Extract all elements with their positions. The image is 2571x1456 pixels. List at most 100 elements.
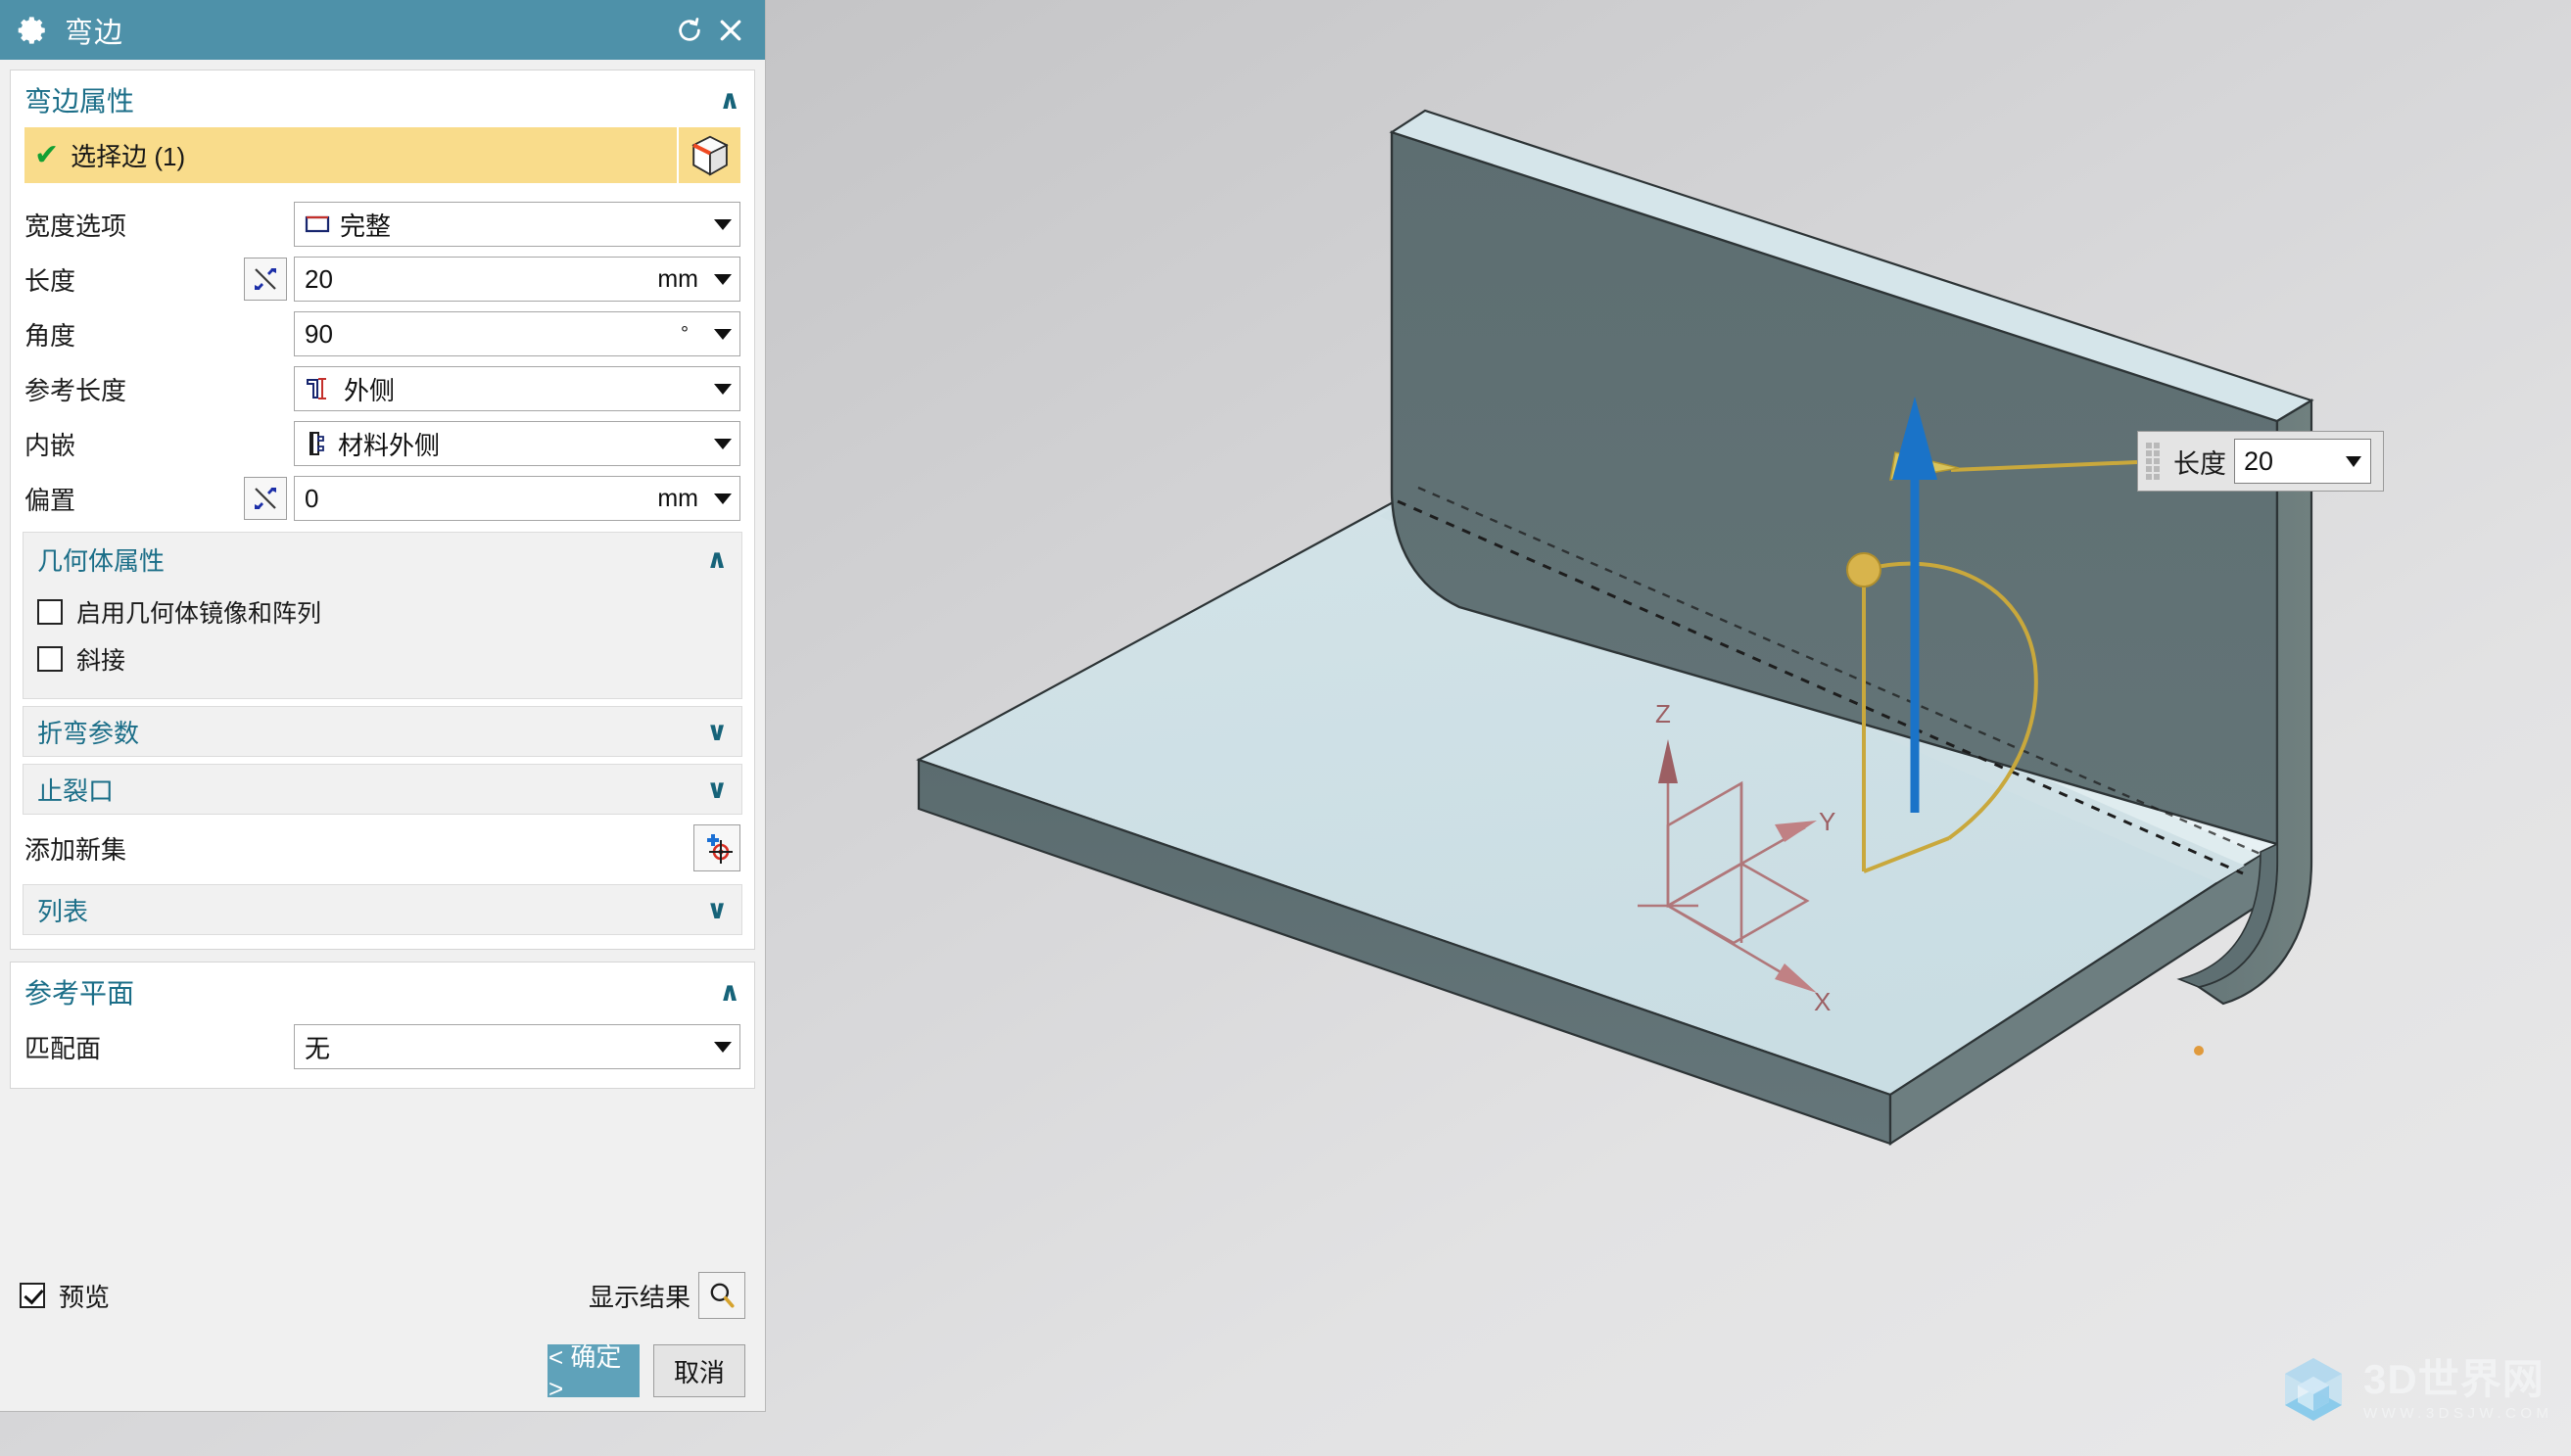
- select-match-face[interactable]: 无: [294, 1024, 740, 1069]
- row-length[interactable]: 长度 20 mm: [11, 252, 754, 306]
- reset-icon[interactable]: [669, 10, 710, 51]
- label-match-face: 匹配面: [24, 1033, 102, 1063]
- unit-angle: °: [681, 322, 689, 345]
- drag-grip-icon[interactable]: [2146, 442, 2164, 481]
- gear-icon: [16, 14, 49, 47]
- chevron-down-icon[interactable]: [2346, 455, 2361, 467]
- handle-length-input[interactable]: 20: [2234, 439, 2371, 484]
- add-new-set-icon[interactable]: [693, 824, 740, 871]
- dialog-title: 弯边: [65, 17, 124, 49]
- checkbox-miter[interactable]: [37, 646, 63, 672]
- value-match-face: 无: [305, 1033, 331, 1063]
- chevron-down-icon[interactable]: [714, 218, 732, 230]
- chevron-up-icon[interactable]: ∧: [719, 978, 740, 1006]
- select-reference-length[interactable]: 外侧: [294, 366, 740, 411]
- chevron-down-icon[interactable]: [714, 493, 732, 504]
- inset-material-outside-icon: [305, 430, 328, 457]
- handle-length-label: 长度: [2173, 448, 2226, 479]
- subgroup-list[interactable]: 列表 ∨: [23, 884, 742, 935]
- value-length: 20: [305, 263, 333, 294]
- check-icon: ✔: [34, 138, 60, 171]
- label-miter: 斜接: [76, 647, 126, 675]
- label-show-result: 显示结果: [588, 1282, 690, 1312]
- chevron-down-icon[interactable]: [714, 1041, 732, 1053]
- chevron-up-icon[interactable]: ∧: [706, 546, 728, 573]
- group-reference-plane: 参考平面 ∧ 匹配面 无: [10, 962, 755, 1089]
- csys-label-y: Y: [1819, 807, 1835, 836]
- subgroup-title-geometry-properties: 几何体属性: [37, 546, 166, 576]
- subgroup-body-geometry-properties: 启用几何体镜像和阵列 斜接: [24, 587, 741, 698]
- label-angle: 角度: [24, 320, 76, 351]
- footer-options-row: 预览 显示结果: [14, 1256, 751, 1327]
- handle-length-value: 20: [2244, 446, 2274, 476]
- select-inset[interactable]: 材料外侧: [294, 421, 740, 466]
- checkbox-row-miter[interactable]: 斜接: [37, 635, 728, 682]
- label-length: 长度: [24, 265, 76, 296]
- group-header-flange-properties[interactable]: 弯边属性 ∧: [11, 70, 754, 127]
- dialog-body: 弯边属性 ∧ ✔ 选择边 (1) 宽度选项 完整 长度 20 mm 角度 90 …: [0, 60, 765, 1256]
- reverse-direction-icon-length[interactable]: [244, 258, 287, 301]
- select-edge-label: 选择边 (1): [71, 142, 186, 171]
- input-offset[interactable]: 0 mm: [294, 476, 740, 521]
- checkbox-preview[interactable]: [20, 1283, 45, 1308]
- add-new-set-row[interactable]: 添加新集: [23, 819, 742, 877]
- label-width-option: 宽度选项: [24, 211, 127, 241]
- dialog-footer: 预览 显示结果 < 确定 > 取消: [0, 1256, 765, 1411]
- ok-button[interactable]: < 确定 >: [548, 1342, 640, 1403]
- chevron-up-icon[interactable]: ∧: [719, 86, 740, 114]
- cad-application-window: Z Y X 长度 20 3D世界网 WWW.3DSJW.COM 弯边 弯边属性 …: [0, 0, 2571, 1456]
- row-match-face[interactable]: 匹配面 无: [11, 1019, 754, 1074]
- subgroup-title-relief: 止裂口: [37, 775, 115, 806]
- group-header-reference-plane[interactable]: 参考平面 ∧: [11, 963, 754, 1019]
- card-bottom-padding: [11, 1074, 754, 1088]
- value-reference-length: 外侧: [344, 375, 396, 405]
- chevron-down-icon[interactable]: [714, 438, 732, 449]
- select-width-option[interactable]: 完整: [294, 202, 740, 247]
- angle-handle-ball[interactable]: [1846, 552, 1881, 587]
- chevron-down-icon[interactable]: [714, 328, 732, 340]
- select-edge-field[interactable]: ✔ 选择边 (1): [24, 127, 677, 183]
- label-reference-length: 参考长度: [24, 375, 127, 405]
- chevron-down-icon[interactable]: [714, 273, 732, 285]
- flange-dialog[interactable]: 弯边 弯边属性 ∧ ✔ 选择边 (1) 宽度选项 完整 长度 20 mm 角度 …: [0, 0, 766, 1412]
- row-reference-length[interactable]: 参考长度 外侧: [11, 361, 754, 416]
- reverse-direction-icon-offset[interactable]: [244, 477, 287, 520]
- unit-length: mm: [657, 264, 698, 293]
- subgroup-geometry-properties: 几何体属性 ∧ 启用几何体镜像和阵列 斜接: [23, 532, 742, 699]
- reference-outside-icon: [305, 376, 334, 401]
- value-width-option: 完整: [340, 211, 392, 241]
- checkbox-mirror-pattern[interactable]: [37, 599, 63, 625]
- label-add-new-set: 添加新集: [24, 834, 127, 865]
- dialog-title-bar: 弯边: [0, 0, 765, 60]
- row-width-option[interactable]: 宽度选项 完整: [11, 197, 754, 252]
- chevron-down-icon[interactable]: [714, 383, 732, 395]
- group-title-reference-plane: 参考平面: [24, 978, 135, 1009]
- value-inset: 材料外侧: [338, 430, 441, 460]
- subgroup-bend-parameters[interactable]: 折弯参数 ∨: [23, 706, 742, 757]
- dialog-button-row: < 确定 > 取消: [14, 1327, 751, 1403]
- checkbox-row-mirror-pattern[interactable]: 启用几何体镜像和阵列: [37, 588, 728, 635]
- width-full-icon: [305, 213, 330, 235]
- subgroup-title-list: 列表: [37, 896, 89, 926]
- subgroup-header-geometry-properties[interactable]: 几何体属性 ∧: [24, 533, 741, 587]
- row-inset[interactable]: 内嵌 材料外侧: [11, 416, 754, 471]
- close-icon[interactable]: [710, 10, 751, 51]
- input-length[interactable]: 20 mm: [294, 257, 740, 302]
- vertex-marker: [2194, 1046, 2204, 1056]
- card-bottom-padding: [11, 935, 754, 949]
- cancel-button[interactable]: 取消: [653, 1344, 745, 1397]
- chevron-down-icon[interactable]: ∨: [706, 718, 728, 745]
- select-edge-cube-icon[interactable]: [679, 127, 740, 183]
- subgroup-relief[interactable]: 止裂口 ∨: [23, 764, 742, 815]
- on-canvas-length-handle[interactable]: 长度 20: [2137, 431, 2384, 492]
- value-angle: 90: [305, 318, 333, 349]
- unit-offset: mm: [657, 484, 698, 512]
- row-offset[interactable]: 偏置 0 mm: [11, 471, 754, 526]
- select-edge-row[interactable]: ✔ 选择边 (1): [24, 127, 740, 183]
- csys-label-z: Z: [1655, 699, 1671, 728]
- row-angle[interactable]: 角度 90 °: [11, 306, 754, 361]
- chevron-down-icon[interactable]: ∨: [706, 896, 728, 923]
- chevron-down-icon[interactable]: ∨: [706, 775, 728, 803]
- input-angle[interactable]: 90 °: [294, 311, 740, 356]
- magnifier-icon[interactable]: [698, 1272, 745, 1319]
